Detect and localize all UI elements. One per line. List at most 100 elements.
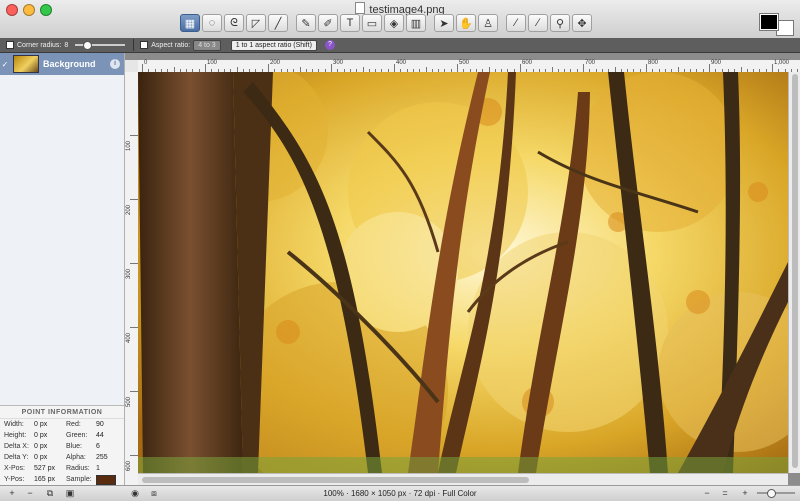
zoom-out-button[interactable]: − bbox=[700, 487, 714, 499]
zoom-slider[interactable] bbox=[757, 489, 795, 498]
point-info-cell: Height: 0 px bbox=[0, 430, 62, 441]
ruler-label: 800 bbox=[648, 60, 659, 66]
layer-row-background[interactable]: ✓ Background i bbox=[0, 53, 124, 75]
zoom-in-button[interactable]: + bbox=[738, 487, 752, 499]
pan-tool[interactable]: ✥ bbox=[572, 14, 592, 32]
rect-select-tool[interactable]: ▦ bbox=[180, 14, 200, 32]
image-canvas[interactable] bbox=[138, 72, 788, 473]
layer-visibility-icon[interactable]: ✓ bbox=[0, 60, 10, 69]
move-tool[interactable]: ➤ bbox=[434, 14, 454, 32]
tool-options-bar: Corner radius: 8 Aspect ratio: 4 to 3 1 … bbox=[0, 38, 800, 53]
point-info-value: 165 px bbox=[34, 476, 56, 483]
ruler-label: 500 bbox=[459, 60, 470, 66]
ruler-tick bbox=[772, 64, 773, 72]
actual-size-button[interactable]: = bbox=[718, 487, 732, 499]
text-tool[interactable]: T bbox=[340, 14, 360, 32]
ruler-label: 700 bbox=[585, 60, 596, 66]
point-information-grid: Width: 0 px Red: 90 Height: 0 px Green: 44 Delta… bbox=[0, 419, 124, 485]
point-info-label: Green: bbox=[66, 432, 88, 439]
hand-tool[interactable]: ✋ bbox=[456, 14, 476, 32]
point-info-value: 90 bbox=[96, 421, 104, 428]
corner-radius-option: Corner radius: 8 bbox=[6, 41, 126, 50]
vertical-scroll-thumb[interactable] bbox=[792, 74, 798, 468]
help-button[interactable]: ? bbox=[324, 40, 335, 50]
divider bbox=[133, 39, 135, 51]
aspect-ratio-option: Aspect ratio: 4 to 3 bbox=[140, 39, 221, 51]
ruler-tick bbox=[130, 263, 138, 264]
corner-radius-checkbox[interactable] bbox=[6, 41, 14, 49]
image-status-text: 100% · 1680 × 1050 px · 72 dpi · Full Co… bbox=[323, 489, 477, 498]
title-bar: testimage4.png ▦ ◌ ᘓ ◸ ╱ ✎ ✐ T ▭ ◈ ▥ ➤ ✋ ♙ ⁄ ∕ ⚲ ✥ bbox=[0, 0, 800, 39]
ruler-label: 900 bbox=[711, 60, 722, 66]
ruler-label: 100 bbox=[126, 140, 132, 151]
smudge-tool[interactable]: ∕ bbox=[528, 14, 548, 32]
ruler-label: 500 bbox=[126, 396, 132, 407]
point-info-label: Width: bbox=[4, 421, 24, 428]
ruler-corner bbox=[125, 60, 138, 72]
zoom-tool[interactable]: ⚲ bbox=[550, 14, 570, 32]
point-info-cell: Width: 0 px bbox=[0, 419, 62, 430]
corner-radius-slider[interactable] bbox=[75, 41, 126, 50]
aspect-mode-popup[interactable]: 1 to 1 aspect ratio (Shift) bbox=[230, 39, 317, 51]
ruler-tick bbox=[268, 64, 269, 72]
layer-thumbnail bbox=[13, 55, 39, 73]
sample-color-swatch bbox=[96, 474, 116, 485]
point-info-label: Alpha: bbox=[66, 454, 86, 461]
document-icon bbox=[355, 2, 366, 14]
lasso-tool[interactable]: ᘓ bbox=[224, 14, 244, 32]
ruler-tick bbox=[205, 64, 206, 72]
point-info-value: 0 px bbox=[34, 443, 48, 450]
gradient-tool[interactable]: ▥ bbox=[406, 14, 426, 32]
point-info-label: Delta Y: bbox=[4, 454, 29, 461]
ruler-label: 300 bbox=[126, 268, 132, 279]
ruler-tick bbox=[130, 199, 138, 200]
pencil-tool[interactable]: ✎ bbox=[296, 14, 316, 32]
magic-wand-tool[interactable]: ╱ bbox=[268, 14, 288, 32]
eyedropper-tool[interactable]: ⁄ bbox=[506, 14, 526, 32]
point-info-value: 6 bbox=[96, 443, 100, 450]
aspect-ratio-checkbox[interactable] bbox=[140, 41, 149, 49]
point-info-label: Height: bbox=[4, 432, 27, 439]
point-info-cell: Y-Pos: 165 px bbox=[0, 474, 62, 485]
ruler-label: 600 bbox=[522, 60, 533, 66]
ruler-tick bbox=[709, 64, 710, 72]
ruler-tick bbox=[520, 64, 521, 72]
paint-bucket-tool[interactable]: ◈ bbox=[384, 14, 404, 32]
foreground-color-well[interactable] bbox=[759, 13, 779, 31]
ruler-label: 600 bbox=[126, 460, 132, 471]
vertical-ruler[interactable]: 100 200 300 400 500 600 bbox=[125, 72, 139, 485]
brush-tool[interactable]: ✐ bbox=[318, 14, 338, 32]
clone-stamp-tool[interactable]: ♙ bbox=[478, 14, 498, 32]
point-info-label: Sample: bbox=[66, 476, 92, 483]
horizontal-scroll-thumb[interactable] bbox=[142, 477, 529, 483]
canvas-area: 0 100 200 300 400 500 600 700 800 900 1,000 100 200… bbox=[125, 53, 800, 486]
point-info-label: Radius: bbox=[66, 465, 90, 472]
layers-sidebar: ✓ Background i POINT INFORMATION Width: 0… bbox=[0, 53, 125, 486]
ruler-label: 1,000 bbox=[774, 60, 790, 66]
forest-image bbox=[138, 72, 788, 473]
corner-radius-slider-knob[interactable] bbox=[83, 41, 93, 50]
zoom-slider-knob[interactable] bbox=[767, 489, 776, 498]
ruler-tick bbox=[130, 455, 138, 456]
point-info-cell: Radius: 1 bbox=[62, 463, 124, 474]
ruler-tick bbox=[583, 64, 584, 72]
eraser-tool[interactable]: ▭ bbox=[362, 14, 382, 32]
ruler-label: 200 bbox=[126, 204, 132, 215]
status-bar: + − ⧉ ▣ ◉ ⧈ 100% · 1680 × 1050 px · 72 d… bbox=[0, 485, 800, 501]
ellipse-select-tool[interactable]: ◌ bbox=[202, 14, 222, 32]
ruler-tick bbox=[142, 64, 143, 72]
point-info-value: 527 px bbox=[34, 465, 56, 472]
vertical-scrollbar[interactable] bbox=[788, 72, 800, 473]
background-color-well[interactable] bbox=[776, 20, 794, 36]
point-info-cell: Green: 44 bbox=[62, 430, 124, 441]
point-info-value: 0 px bbox=[34, 432, 48, 439]
point-info-cell: Delta Y: 0 px bbox=[0, 452, 62, 463]
aspect-ratio-label: Aspect ratio: bbox=[151, 41, 191, 49]
point-info-label: Blue: bbox=[66, 443, 82, 450]
point-info-cell: Red: 90 bbox=[62, 419, 124, 430]
layer-info-icon[interactable]: i bbox=[110, 59, 120, 69]
aspect-ratio-field[interactable]: 4 to 3 bbox=[193, 39, 221, 51]
layer-name: Background bbox=[43, 59, 96, 69]
polygon-lasso-tool[interactable]: ◸ bbox=[246, 14, 266, 32]
ruler-tick bbox=[457, 64, 458, 72]
